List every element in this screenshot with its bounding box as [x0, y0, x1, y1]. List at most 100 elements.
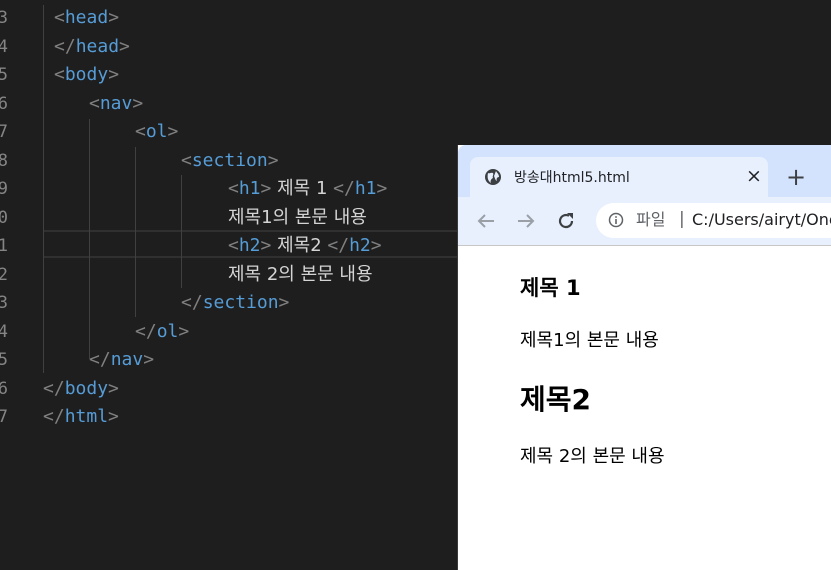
code-bracket: > [167, 121, 179, 142]
line-number: 6 [0, 93, 8, 114]
code-tag-name: section [191, 149, 268, 171]
line-number: 5 [0, 65, 8, 85]
code-bracket: </ [43, 377, 65, 399]
code-tag-name: h1 [354, 178, 377, 199]
code-tag-name: ol [145, 121, 168, 142]
code-bracket: > [132, 92, 144, 114]
code-bracket: < [135, 121, 146, 142]
code-tag-name: head [64, 7, 109, 28]
paragraph-2: 제목 2의 본문 내용 [520, 446, 665, 467]
code-bracket: > [119, 35, 130, 57]
forward-arrow-icon[interactable] [514, 209, 538, 233]
code-bracket: </ [181, 292, 203, 313]
line-number: 7 [0, 407, 8, 427]
indent-guide [89, 119, 90, 359]
browser-tab[interactable]: 방송대html5.html × [470, 157, 768, 199]
code-line[interactable]: </section> [181, 289, 289, 317]
code-line[interactable]: <ol> [135, 118, 178, 146]
code-bracket: > [108, 377, 119, 399]
code-bracket: > [108, 406, 119, 427]
code-line[interactable]: 제목 2의 본문 내용 [228, 261, 373, 289]
browser-toolbar: 파일 | C:/Users/airyt/One [458, 197, 831, 246]
code-bracket: < [228, 235, 239, 256]
code-tag-name: h2 [238, 235, 261, 256]
code-bracket: < [89, 92, 100, 114]
code-bracket: > [267, 149, 279, 171]
code-bracket: < [54, 64, 65, 85]
line-number: 1 [0, 236, 8, 256]
code-tag-name: html [64, 406, 109, 427]
heading-2: 제목2 [520, 383, 592, 416]
code-tag-name: nav [99, 92, 133, 114]
code-tag-name: body [64, 377, 109, 399]
line-number: 0 [0, 207, 8, 228]
url-text[interactable]: C:/Users/airyt/One [692, 210, 831, 230]
address-bar[interactable]: 파일 | C:/Users/airyt/One [596, 203, 831, 238]
code-line[interactable]: </html> [43, 403, 119, 431]
code-bracket: < [228, 178, 239, 199]
code-bracket: </ [89, 349, 111, 370]
code-bracket: </ [333, 178, 355, 199]
code-line[interactable]: </nav> [89, 346, 154, 374]
code-line[interactable]: <h2> 제목2 </h2> [228, 232, 382, 260]
code-bracket: </ [327, 235, 350, 256]
line-number-gutter: 3 4 5 6 7 8 9 0 1 2 3 4 5 6 7 [0, 0, 8, 566]
code-bracket: > [260, 235, 272, 256]
code-tag-name: body [64, 64, 109, 85]
code-bracket: > [260, 178, 272, 199]
code-bracket: > [108, 64, 120, 85]
code-tag-name: h2 [349, 235, 371, 256]
code-line[interactable]: <nav> [89, 90, 143, 118]
code-tag-name: ol [156, 320, 179, 342]
code-line[interactable]: <body> [54, 61, 119, 89]
tab-title: 방송대html5.html [514, 170, 630, 186]
indent-guide [135, 147, 136, 317]
code-text: 제목 1 [271, 178, 334, 199]
line-number: 3 [0, 293, 8, 313]
line-number: 7 [0, 122, 8, 142]
omnibox-separator: | [679, 209, 685, 229]
globe-icon [485, 169, 501, 185]
browser-window: 방송대html5.html × + 파일 | C:/Users/airyt/On… [457, 145, 831, 570]
code-line[interactable]: </body> [43, 375, 119, 403]
indent-guide [181, 175, 182, 288]
reload-icon[interactable] [554, 209, 578, 233]
back-arrow-icon[interactable] [474, 209, 498, 233]
code-bracket: </ [54, 35, 76, 57]
code-bracket: > [376, 178, 388, 199]
code-bracket: > [108, 7, 120, 28]
new-tab-button[interactable]: + [786, 164, 806, 190]
code-bracket: < [181, 149, 192, 171]
line-number: 8 [0, 150, 8, 171]
code-line[interactable]: <head> [54, 4, 119, 32]
code-tag-name: nav [110, 349, 144, 370]
code-line[interactable]: <h1> 제목 1 </h1> [228, 175, 387, 203]
code-tag-name: section [202, 292, 279, 313]
code-tag-name: h1 [238, 178, 261, 199]
code-line[interactable]: <section> [181, 147, 279, 175]
line-number: 5 [0, 350, 8, 370]
code-bracket: </ [43, 406, 65, 427]
code-bracket: </ [135, 320, 157, 342]
line-number: 9 [0, 179, 8, 199]
line-number: 6 [0, 378, 8, 399]
code-text: 제목2 [271, 235, 328, 256]
indent-guide [43, 5, 44, 373]
code-bracket: > [178, 320, 190, 342]
code-line[interactable]: 제목1의 본문 내용 [228, 204, 367, 232]
tab-strip: 방송대html5.html × + [458, 145, 831, 199]
line-number: 2 [0, 264, 8, 285]
paragraph-1: 제목1의 본문 내용 [520, 330, 659, 351]
code-bracket: > [143, 349, 155, 370]
info-icon[interactable] [608, 212, 624, 228]
close-tab-icon[interactable]: × [746, 166, 762, 186]
code-bracket: > [370, 235, 382, 256]
code-tag-name: head [75, 35, 120, 57]
line-number: 3 [0, 8, 8, 28]
code-bracket: < [54, 7, 65, 28]
line-number: 4 [0, 321, 8, 342]
heading-1: 제목 1 [520, 276, 581, 300]
code-line[interactable]: </head> [54, 33, 130, 61]
code-line[interactable]: </ol> [135, 318, 189, 346]
code-text: 제목1의 본문 내용 [228, 206, 367, 228]
